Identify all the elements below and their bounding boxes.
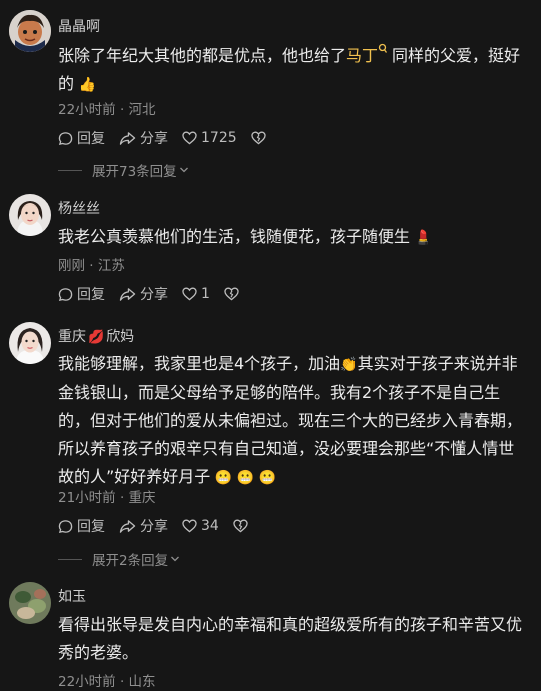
comment-author[interactable]: 晶晶啊 — [58, 16, 100, 36]
comment-actions: 回复 分享 1725 — [58, 128, 284, 148]
comment-author[interactable]: 杨丝丝 — [58, 198, 100, 218]
share-arrow-icon — [119, 519, 136, 533]
avatar[interactable] — [9, 582, 51, 624]
thumbs-up-icon: 👍 — [74, 77, 96, 93]
like-count: 1 — [201, 286, 210, 302]
comment-text: 我老公真羡慕他们的生活，钱随便花，孩子随便生 💄 — [58, 223, 528, 252]
heart-icon — [182, 519, 197, 533]
reply-bubble-icon — [58, 287, 73, 301]
share-label: 分享 — [140, 131, 168, 147]
comment-meta: 22小时前 · 山东 — [58, 674, 156, 690]
comment-text-part: 其实对于孩子来说并非金钱银山，而是父母给予足够的陪伴。我有2个孩子不是自己生的，… — [58, 354, 523, 486]
dislike-button[interactable] — [250, 131, 270, 145]
expand-replies-button[interactable]: 展开73条回复 — [58, 160, 189, 180]
expand-label: 展开73条回复 — [92, 164, 177, 180]
broken-heart-icon — [250, 131, 266, 145]
comment-text-part: 我老公真羡慕他们的生活，钱随便花，孩子随便生 — [58, 227, 411, 246]
reply-bubble-icon — [58, 519, 73, 533]
comment-author[interactable]: 如玉 — [58, 586, 86, 606]
comment-meta: 刚刚 · 江苏 — [58, 258, 125, 274]
expand-label: 展开2条回复 — [92, 553, 169, 569]
reply-button[interactable]: 回复 — [58, 284, 105, 304]
lipstick-icon: 💄 — [410, 230, 432, 246]
share-label: 分享 — [140, 287, 168, 303]
divider — [58, 169, 82, 171]
reply-label: 回复 — [77, 287, 105, 303]
expand-replies-button[interactable]: 展开2条回复 — [58, 549, 180, 569]
search-link[interactable]: 马丁 — [346, 46, 378, 65]
share-button[interactable]: 分享 — [119, 516, 168, 536]
like-button[interactable]: 34 — [182, 518, 219, 534]
author-name-part: 欣妈 — [106, 329, 135, 345]
author-name-part: 重庆 — [58, 329, 86, 345]
like-count: 34 — [201, 518, 219, 534]
comment-text-part: 张除了年纪大其他的都是优点，他也给了 — [58, 46, 347, 65]
comment-actions: 回复 分享 34 — [58, 516, 266, 536]
grimacing-face-icon: 😬 😬 😬 — [210, 470, 276, 486]
share-arrow-icon — [119, 131, 136, 145]
comment-meta: 21小时前 · 重庆 — [58, 490, 156, 506]
comment-text-part: 我能够理解，我家里也是4个孩子，加油 — [58, 354, 341, 373]
lips-icon: 💋 — [88, 330, 105, 345]
avatar[interactable] — [9, 10, 51, 52]
like-button[interactable]: 1725 — [182, 130, 237, 146]
avatar[interactable] — [9, 194, 51, 236]
search-icon[interactable] — [378, 43, 388, 55]
comment-author[interactable]: 重庆 💋 欣妈 — [58, 326, 134, 346]
share-button[interactable]: 分享 — [119, 128, 168, 148]
reply-button[interactable]: 回复 — [58, 516, 105, 536]
avatar[interactable] — [9, 322, 51, 364]
comment-text: 张除了年纪大其他的都是优点，他也给了马丁 同样的父爱，挺好的 👍 — [58, 42, 528, 99]
dislike-button[interactable] — [224, 287, 243, 301]
clapping-hands-icon: 👏 — [340, 357, 358, 373]
share-label: 分享 — [140, 519, 168, 535]
share-button[interactable]: 分享 — [119, 284, 168, 304]
dislike-button[interactable] — [233, 519, 252, 533]
share-arrow-icon — [119, 287, 136, 301]
comment-text: 看得出张导是发自内心的幸福和真的超级爱所有的孩子和辛苦又优秀的老婆。 — [58, 615, 523, 662]
reply-label: 回复 — [77, 519, 105, 535]
heart-icon — [182, 131, 197, 145]
reply-button[interactable]: 回复 — [58, 128, 105, 148]
comment-text: 我能够理解，我家里也是4个孩子，加油👏其实对于孩子来说并非金钱银山，而是父母给予… — [58, 350, 528, 492]
chevron-down-icon — [179, 167, 188, 173]
broken-heart-icon — [233, 519, 248, 533]
comment-actions: 回复 分享 1 — [58, 284, 257, 304]
reply-bubble-icon — [58, 131, 73, 145]
reply-label: 回复 — [77, 131, 105, 147]
comment-meta: 22小时前 · 河北 — [58, 102, 156, 118]
divider — [58, 558, 82, 560]
chevron-down-icon — [171, 556, 180, 562]
like-count: 1725 — [201, 130, 237, 146]
heart-icon — [182, 287, 197, 301]
like-button[interactable]: 1 — [182, 286, 210, 302]
broken-heart-icon — [224, 287, 239, 301]
